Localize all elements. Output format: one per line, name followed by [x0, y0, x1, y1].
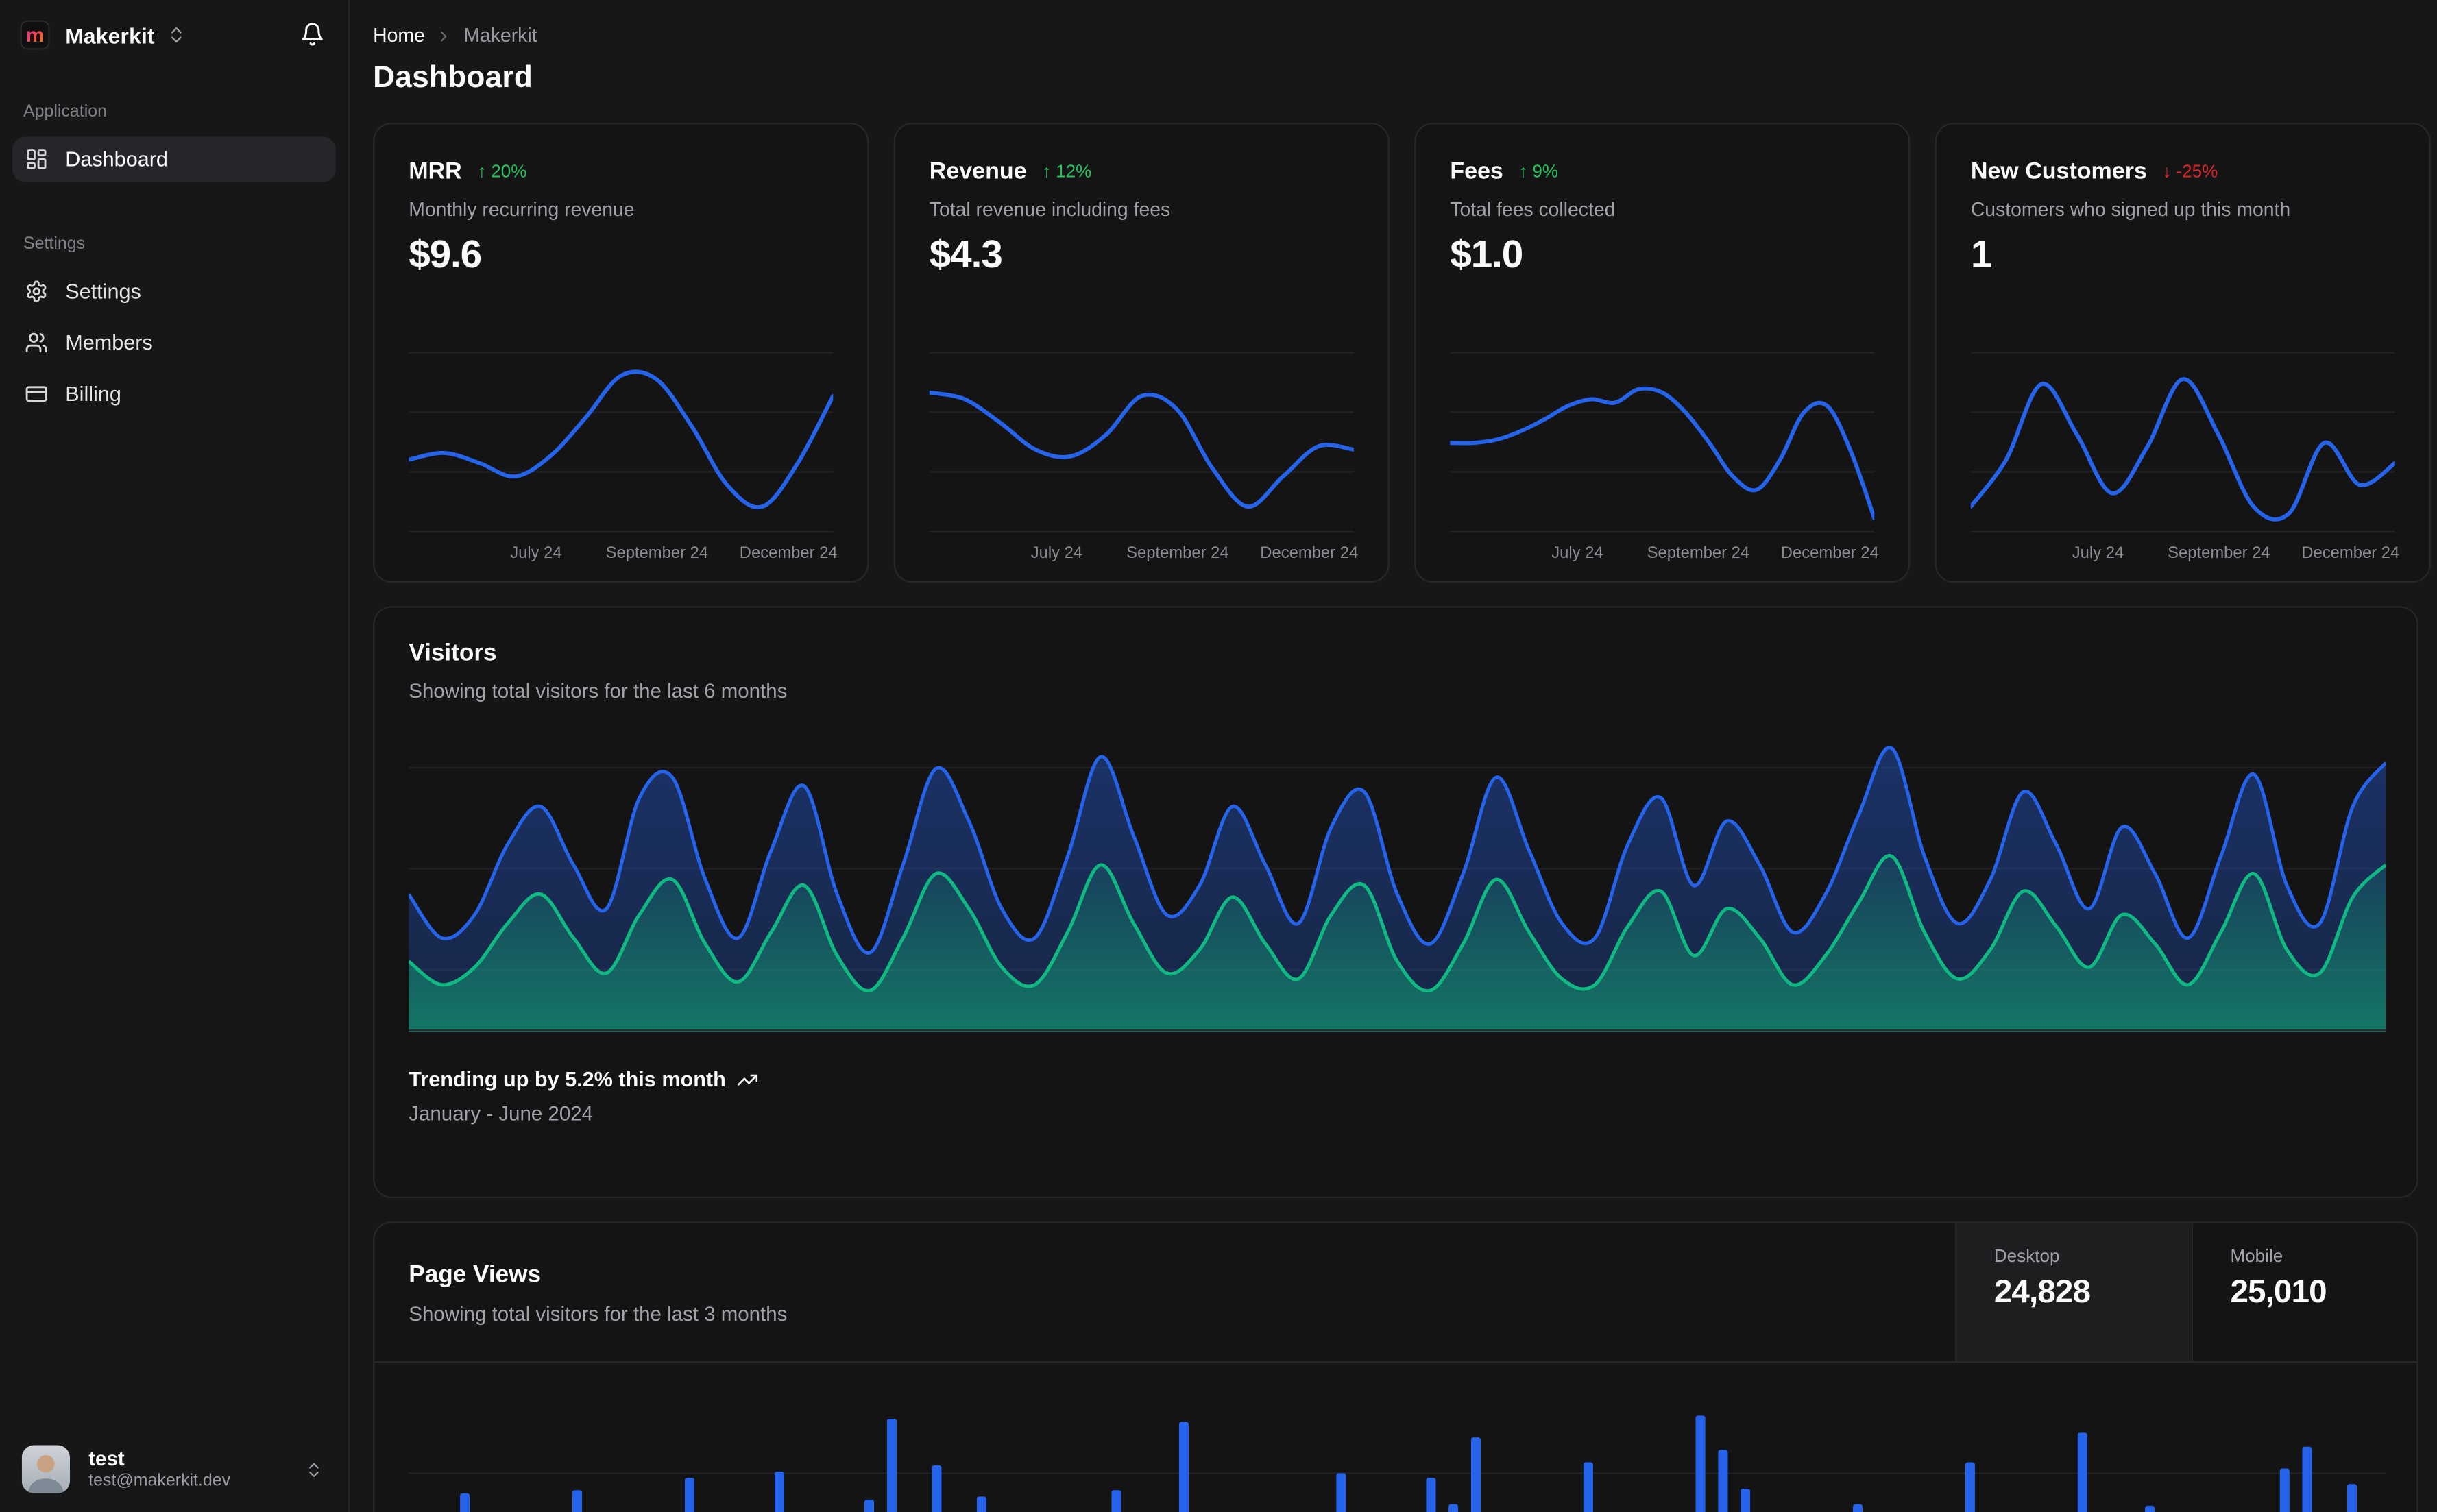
mrr-sparkline-chart[interactable]: July 24 September 24 December 24 — [409, 351, 838, 563]
stat-value: $9.6 — [409, 233, 482, 277]
sidebar-nav: Application Dashboard Settings Settings — [0, 65, 348, 1426]
sidebar-item-members[interactable]: Members — [12, 320, 336, 365]
breadcrumb-current: Makerkit — [463, 25, 537, 47]
fees-sparkline-chart[interactable]: July 24 September 24 December 24 — [1450, 351, 1879, 563]
stat-card-mrr: MRR ↑ 20% Monthly recurring revenue $9.6 … — [373, 123, 869, 583]
arrow-up-icon: ↑ — [1518, 162, 1528, 182]
workspace-name: Makerkit — [65, 22, 155, 48]
trending-up-icon — [737, 1069, 759, 1090]
breadcrumb-home-link[interactable]: Home — [373, 25, 425, 47]
stat-card-fees: Fees ↑ 9% Total fees collected $1.0 July … — [1414, 123, 1911, 583]
workspace-selector[interactable]: m Makerkit — [0, 0, 348, 65]
toggle-mobile[interactable]: Mobile 25,010 — [2191, 1223, 2417, 1362]
stat-title: New Customers — [1970, 158, 2147, 185]
settings-gear-icon — [25, 280, 48, 303]
sparkline-x-axis: July 24 September 24 December 24 — [1551, 544, 1879, 563]
toggle-desktop[interactable]: Desktop 24,828 — [1955, 1223, 2192, 1362]
visitors-title: Visitors — [409, 640, 497, 667]
page-title: Dashboard — [373, 60, 533, 95]
notifications-bell-icon[interactable] — [300, 22, 325, 47]
chevrons-up-down-icon — [166, 25, 186, 45]
chevron-right-icon — [436, 27, 453, 45]
stat-description: Total fees collected — [1450, 199, 1616, 221]
stat-description: Total revenue including fees — [929, 199, 1171, 221]
arrow-down-icon: ↓ — [2162, 162, 2172, 182]
stat-description: Customers who signed up this month — [1970, 199, 2291, 221]
stat-title: Revenue — [929, 158, 1027, 185]
page-views-title: Page Views — [409, 1261, 542, 1289]
dashboard-icon — [25, 147, 48, 171]
customers-sparkline-chart[interactable]: July 24 September 24 December 24 — [1970, 351, 2399, 563]
page-views-subtitle: Showing total visitors for the last 3 mo… — [409, 1302, 788, 1326]
sparkline-x-axis: July 24 September 24 December 24 — [510, 544, 838, 563]
trend-badge: ↓ -25% — [2162, 162, 2218, 182]
sidebar: m Makerkit Application Dashboard Setting… — [0, 0, 350, 1512]
stat-title: MRR — [409, 158, 462, 185]
toggle-value: 24,828 — [1993, 1274, 2091, 1310]
stat-value: $4.3 — [929, 233, 1003, 277]
sidebar-item-label: Billing — [65, 382, 121, 406]
chevrons-up-down-icon — [304, 1460, 323, 1478]
visitors-trend-text: Trending up by 5.2% this month — [409, 1067, 726, 1091]
visitors-subtitle: Showing total visitors for the last 6 mo… — [409, 679, 788, 703]
sidebar-item-billing[interactable]: Billing — [12, 371, 336, 417]
makerkit-logo: m — [20, 20, 50, 50]
visitors-period: January - June 2024 — [409, 1101, 594, 1125]
stat-title: Fees — [1450, 158, 1503, 185]
visitors-card: Visitors Showing total visitors for the … — [373, 606, 2418, 1199]
sidebar-item-dashboard[interactable]: Dashboard — [12, 136, 336, 182]
sidebar-item-label: Dashboard — [65, 147, 168, 171]
stat-description: Monthly recurring revenue — [409, 199, 635, 221]
stat-value: $1.0 — [1450, 233, 1523, 277]
nav-group-application: Application — [23, 102, 108, 121]
user-email: test@makerkit.dev — [88, 1471, 231, 1490]
breadcrumb: Home Makerkit — [373, 25, 2418, 47]
sidebar-item-settings[interactable]: Settings — [12, 269, 336, 314]
toggle-value: 25,010 — [2230, 1274, 2327, 1310]
sparkline-x-axis: July 24 September 24 December 24 — [2072, 544, 2400, 563]
trend-badge: ↑ 9% — [1518, 162, 1559, 182]
screen: m Makerkit Application Dashboard Setting… — [0, 0, 2437, 1512]
visitors-area-chart[interactable] — [407, 727, 2388, 1040]
stat-card-revenue: Revenue ↑ 12% Total revenue including fee… — [893, 123, 1390, 583]
stat-value: 1 — [1970, 233, 1993, 277]
billing-credit-card-icon — [25, 382, 48, 406]
trend-badge: ↑ 12% — [1042, 162, 1092, 182]
arrow-up-icon: ↑ — [477, 162, 487, 182]
page-views-bar-chart[interactable] — [409, 1380, 2386, 1512]
page-views-card: Page Views Showing total visitors for th… — [373, 1221, 2418, 1512]
stat-cards-row: MRR ↑ 20% Monthly recurring revenue $9.6 … — [373, 123, 2431, 583]
main-content: Home Makerkit Dashboard MRR ↑ 20% Monthly… — [350, 0, 2437, 1512]
toggle-label: Desktop — [1993, 1247, 2060, 1267]
sidebar-item-label: Members — [65, 330, 153, 354]
stat-card-new-customers: New Customers ↓ -25% Customers who signed… — [1935, 123, 2431, 583]
trend-badge: ↑ 20% — [477, 162, 527, 182]
arrow-up-icon: ↑ — [1042, 162, 1052, 182]
user-menu[interactable]: test test@makerkit.dev — [0, 1426, 348, 1512]
members-users-icon — [25, 331, 48, 354]
toggle-label: Mobile — [2230, 1247, 2283, 1267]
sparkline-x-axis: July 24 September 24 December 24 — [1030, 544, 1359, 563]
nav-group-settings: Settings — [23, 234, 86, 254]
sidebar-item-label: Settings — [65, 280, 141, 304]
user-name: test — [88, 1446, 125, 1470]
avatar — [21, 1445, 71, 1493]
revenue-sparkline-chart[interactable]: July 24 September 24 December 24 — [929, 351, 1358, 563]
